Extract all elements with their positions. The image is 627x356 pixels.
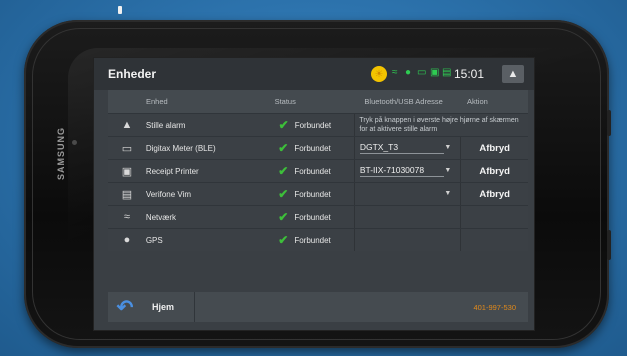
disconnect-button[interactable]: Afbryd (460, 160, 528, 182)
device-name: Digitax Meter (BLE) (145, 143, 216, 153)
check-icon: ✔ (278, 118, 289, 132)
status-cell: ✔ Forbundet (262, 210, 354, 224)
warning-icon: ▲ (507, 68, 519, 80)
device-brand: SAMSUNG (56, 126, 66, 180)
printer-icon: ▣ (121, 165, 133, 178)
disconnect-button[interactable]: Afbryd (460, 137, 528, 159)
status-text: Forbundet (294, 212, 331, 222)
column-status: Status (274, 97, 296, 106)
check-icon: ✔ (278, 233, 289, 247)
device-name: Verifone Vim (145, 189, 192, 199)
status-cell: ✔ Forbundet (262, 141, 354, 155)
address-value: BT-IIX-71030078 (359, 165, 444, 177)
wifi-status-icon: ≈ (392, 67, 398, 78)
home-button[interactable]: ↶ Hjem (108, 292, 195, 322)
check-icon: ✔ (278, 187, 289, 201)
cursor-marker (118, 6, 122, 14)
wifi-icon: ≈ (123, 211, 130, 223)
silent-alarm-info: Tryk på knappen i øverste højre hjørne a… (359, 117, 519, 133)
status-cell: ✔ Forbundet (262, 187, 354, 201)
device-table: Enhed Status Bluetooth/USB Adresse Aktio… (108, 90, 528, 251)
status-cell: ✔ Forbundet (263, 118, 355, 132)
address-cell (353, 229, 461, 251)
device-name: Stille alarm (145, 120, 186, 130)
gps-status-icon: ● (405, 67, 412, 78)
column-action: Aktion (466, 97, 488, 106)
home-label: Hjem (152, 302, 175, 312)
address-dropdown[interactable]: DGTX_T3 ▼ (353, 137, 461, 159)
address-dropdown[interactable]: ▼ (353, 183, 461, 205)
page-title: Enheder (108, 67, 157, 81)
silent-alarm-button[interactable]: ▲ (502, 65, 524, 83)
footer-bar: ↶ Hjem 401-997-530 (108, 292, 528, 322)
device-name: Receipt Printer (145, 166, 199, 176)
address-dropdown[interactable]: BT-IIX-71030078 ▼ (353, 160, 461, 182)
dropdown-arrow-icon: ▼ (444, 167, 452, 174)
column-device: Enhed (146, 97, 168, 106)
meter-icon: ▭ (121, 142, 133, 155)
table-row: ▲ Stille alarm ✔ Forbundet Tryk på knapp… (108, 113, 528, 136)
table-header: Enhed Status Bluetooth/USB Adresse Aktio… (108, 90, 528, 113)
status-text: Forbundet (294, 120, 332, 130)
meter-status-icon: ▭ (417, 67, 427, 78)
table-row: ▤ Verifone Vim ✔ Forbundet ▼ Afbryd (108, 182, 528, 205)
device-name: Netværk (145, 212, 177, 222)
address-cell (353, 206, 461, 228)
dropdown-arrow-icon: ▼ (444, 144, 452, 151)
device-name: GPS (145, 235, 163, 245)
table-row: ≈ Netværk ✔ Forbundet (108, 205, 528, 228)
back-arrow-icon: ↶ (116, 296, 134, 319)
check-icon: ✔ (278, 164, 289, 178)
clock: 15:01 (454, 67, 485, 81)
card-status-icon: ▤ (442, 67, 452, 78)
printer-status-icon: ▣ (430, 67, 440, 78)
status-text: Forbundet (294, 143, 331, 153)
column-address: Bluetooth/USB Adresse (364, 97, 443, 106)
status-cell: ✔ Forbundet (262, 233, 354, 247)
app-screen: Enheder ☀ ≈ ● ▭ ▣ ▤ 15:01 ▲ Enhed Status… (94, 58, 534, 330)
card-reader-icon: ▤ (121, 188, 133, 201)
device-code: 401-997-530 (473, 302, 516, 312)
action-cell (460, 206, 528, 228)
address-value: DGTX_T3 (359, 142, 444, 154)
disconnect-button[interactable]: Afbryd (460, 183, 528, 205)
status-text: Forbundet (294, 189, 331, 199)
brightness-icon[interactable]: ☀ (371, 66, 387, 82)
action-cell (460, 229, 528, 251)
info-cell: Tryk på knappen i øverste højre hjørne a… (354, 114, 528, 136)
status-text: Forbundet (294, 235, 331, 245)
address-value (360, 194, 444, 195)
table-row: ▣ Receipt Printer ✔ Forbundet BT-IIX-710… (108, 159, 528, 182)
table-row: ● GPS ✔ Forbundet (108, 228, 528, 251)
check-icon: ✔ (278, 210, 289, 224)
warning-icon: ▲ (121, 119, 133, 131)
check-icon: ✔ (278, 141, 289, 155)
dropdown-arrow-icon: ▼ (444, 190, 452, 197)
gps-pin-icon: ● (123, 234, 131, 246)
app-header: Enheder ☀ ≈ ● ▭ ▣ ▤ 15:01 ▲ (94, 58, 534, 90)
status-text: Forbundet (294, 166, 331, 176)
table-row: ▭ Digitax Meter (BLE) ✔ Forbundet DGTX_T… (108, 136, 528, 159)
status-cell: ✔ Forbundet (262, 164, 354, 178)
